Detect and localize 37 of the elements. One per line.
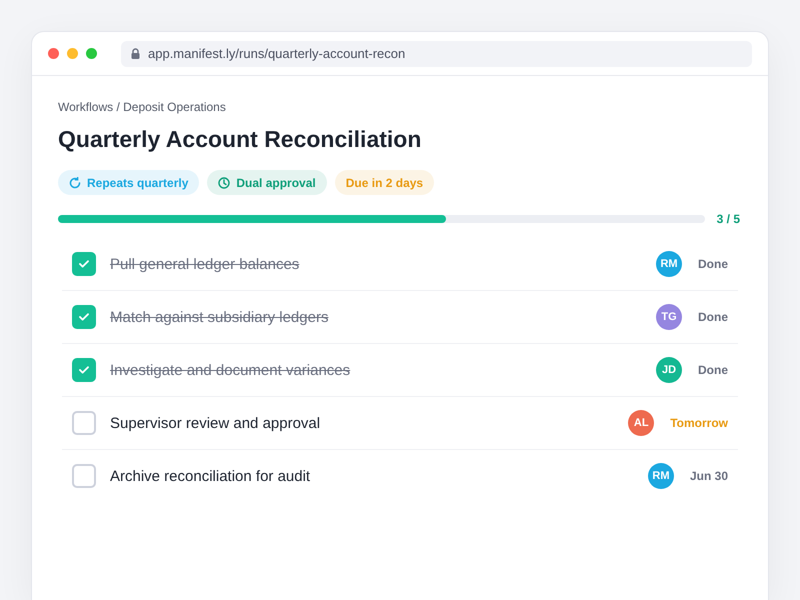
url-text: app.manifest.ly/runs/quarterly-account-recon <box>148 46 406 61</box>
checkbox[interactable] <box>72 411 96 435</box>
progress-count: 3 / 5 <box>716 212 740 226</box>
lock-icon <box>131 48 140 59</box>
checkbox[interactable] <box>72 358 96 382</box>
check-icon <box>79 366 89 374</box>
assignee-avatar: RM <box>656 251 682 277</box>
task-label: Match against subsidiary ledgers <box>110 308 330 326</box>
maximize-button[interactable] <box>86 48 97 59</box>
task-status: Done <box>698 363 728 377</box>
task-status: Tomorrow <box>670 416 728 430</box>
tag-chip: Due in 2 days <box>334 170 434 195</box>
assignee-avatar: JD <box>656 357 682 383</box>
breadcrumb[interactable]: Workflows / Deposit Operations <box>58 100 226 114</box>
assignee-avatar: RM <box>648 463 674 489</box>
task-status: Done <box>698 257 728 271</box>
check-icon <box>79 260 89 268</box>
task-status: Done <box>698 310 728 324</box>
check-icon <box>79 313 89 321</box>
tag-chip: Repeats quarterly <box>58 170 200 195</box>
task-status: Jun 30 <box>690 469 728 483</box>
checkbox[interactable] <box>72 252 96 276</box>
assignee-avatar: AL <box>628 410 654 436</box>
task-label: Pull general ledger balances <box>110 256 300 272</box>
address-bar[interactable]: app.manifest.ly/runs/quarterly-account-recon <box>121 40 752 66</box>
task-label: Archive reconciliation for audit <box>110 468 312 484</box>
close-button[interactable] <box>48 48 59 59</box>
page-title: Quarterly Account Reconciliation <box>58 126 422 153</box>
minimize-button[interactable] <box>67 48 78 59</box>
refresh-icon <box>69 176 81 188</box>
tag-chip: Dual approval <box>207 170 327 195</box>
clock-icon <box>218 176 230 188</box>
checkbox[interactable] <box>72 305 96 329</box>
task-label: Investigate and document variances <box>110 362 352 378</box>
task-label: Supervisor review and approval <box>110 414 322 432</box>
assignee-avatar: TG <box>656 304 682 330</box>
checkbox[interactable] <box>72 464 96 488</box>
